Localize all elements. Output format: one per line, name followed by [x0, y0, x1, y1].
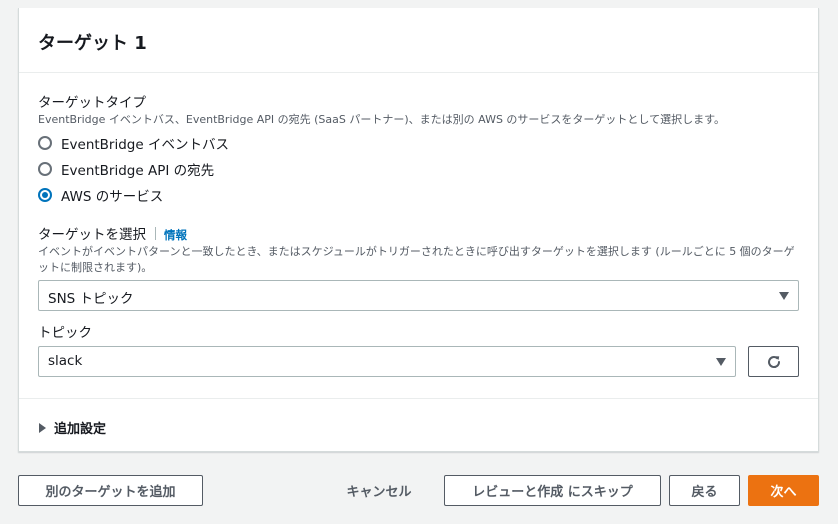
panel-title: ターゲット 1	[38, 33, 147, 54]
topic-select[interactable]: slack	[38, 346, 736, 377]
info-separator	[155, 227, 156, 240]
target-type-label: ターゲットタイプ	[38, 95, 146, 111]
radio-label: AWS のサービス	[61, 189, 164, 205]
add-target-button[interactable]: 別のターゲットを追加	[18, 475, 203, 506]
radio-label: EventBridge API の宛先	[61, 163, 215, 179]
caret-down-icon	[716, 358, 726, 366]
additional-settings-toggle[interactable]: 追加設定	[39, 418, 106, 437]
topic-label: トピック	[38, 325, 92, 341]
info-link[interactable]: 情報	[164, 228, 187, 242]
next-button[interactable]: 次へ	[748, 475, 819, 506]
back-button[interactable]: 戻る	[669, 475, 740, 506]
select-target-description: イベントがイベントパターンと一致したとき、またはスケジュールがトリガーされたとき…	[38, 245, 795, 274]
skip-to-review-button[interactable]: レビューと作成 にスキップ	[444, 475, 661, 506]
target-type-description: EventBridge イベントバス、EventBridge API の宛先 (…	[38, 113, 725, 126]
panel-header: ターゲット 1	[19, 8, 818, 73]
divider	[19, 398, 818, 399]
radio-eventbridge-bus[interactable]: EventBridge イベントバス	[38, 133, 229, 153]
refresh-button[interactable]	[748, 346, 799, 377]
radio-aws-service[interactable]: AWS のサービス	[38, 185, 163, 205]
additional-settings-label: 追加設定	[54, 422, 107, 437]
topic-select-value: slack	[48, 353, 83, 369]
caret-right-icon	[39, 422, 46, 433]
refresh-icon	[767, 355, 780, 368]
radio-button[interactable]	[38, 136, 52, 150]
caret-down-icon	[779, 292, 789, 300]
select-target-label: ターゲットを選択	[38, 227, 146, 243]
radio-button-checked[interactable]	[38, 188, 52, 202]
cancel-button[interactable]: キャンセル	[330, 475, 428, 506]
radio-button[interactable]	[38, 162, 52, 176]
target-select[interactable]: SNS トピック	[38, 280, 799, 311]
target-select-value: SNS トピック	[48, 291, 134, 307]
radio-eventbridge-api[interactable]: EventBridge API の宛先	[38, 159, 214, 179]
target-panel: ターゲット 1 ターゲットタイプ EventBridge イベントバス、Even…	[18, 8, 819, 452]
radio-label: EventBridge イベントバス	[61, 137, 229, 153]
select-target-label-row: ターゲットを選択 情報	[38, 223, 187, 243]
